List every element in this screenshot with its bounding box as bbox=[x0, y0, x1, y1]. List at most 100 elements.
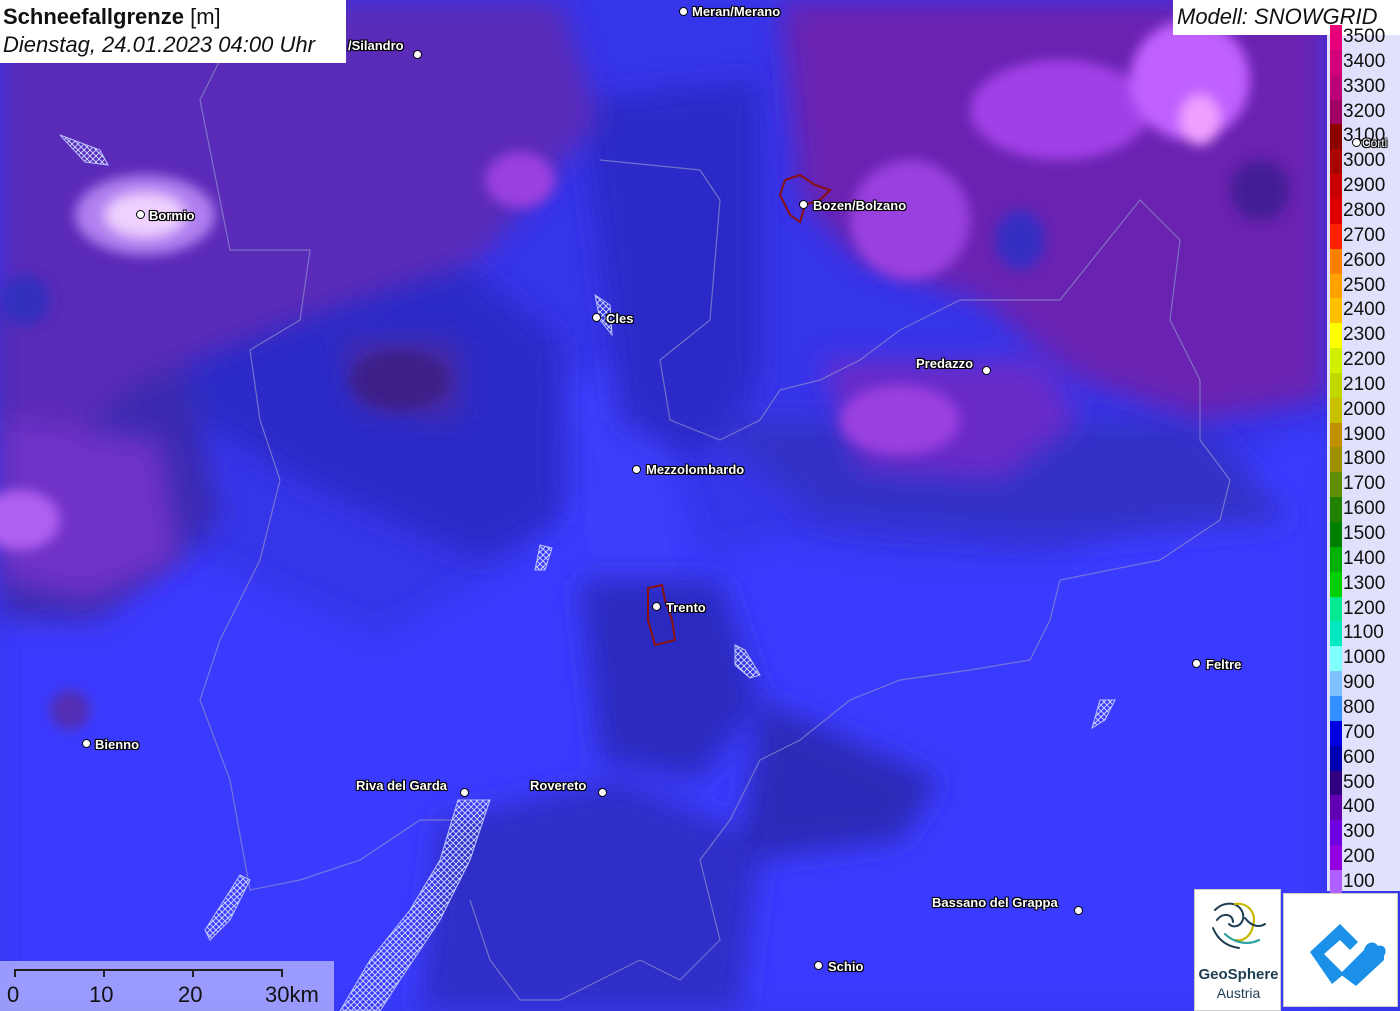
legend-label: 700 bbox=[1343, 721, 1375, 743]
legend-label: 1200 bbox=[1343, 597, 1386, 619]
color-legend: 3500 3400 3300 3200 3100 3000 2900 2800 2700 2600… bbox=[1327, 25, 1400, 895]
scale-line bbox=[14, 969, 282, 971]
legend-item: 2500 bbox=[1327, 273, 1400, 299]
legend-label: 3400 bbox=[1343, 50, 1386, 72]
scale-label: 10 bbox=[89, 982, 114, 1007]
legend-item: 1000 bbox=[1327, 646, 1400, 672]
legend-label: 1000 bbox=[1343, 647, 1386, 669]
legend-swatch bbox=[1330, 198, 1342, 224]
snowline-map[interactable] bbox=[0, 0, 1400, 1011]
city-dot-icon bbox=[679, 7, 688, 16]
legend-swatch bbox=[1330, 522, 1342, 547]
city-dot-icon bbox=[814, 961, 823, 970]
legend-label: 1300 bbox=[1343, 572, 1386, 594]
scale-label: 0 bbox=[7, 982, 20, 1007]
scale-tick bbox=[103, 969, 105, 977]
legend-label: 900 bbox=[1343, 672, 1375, 694]
legend-label: 500 bbox=[1343, 771, 1375, 793]
legend-item: 2800 bbox=[1327, 198, 1400, 224]
legend-swatch bbox=[1330, 820, 1342, 846]
city-label: Rovereto bbox=[530, 778, 587, 793]
legend-swatch bbox=[1330, 124, 1342, 150]
legend-label: 1600 bbox=[1343, 498, 1386, 520]
geosphere-text: GeoSphere bbox=[1198, 966, 1279, 983]
legend-label: 3200 bbox=[1343, 100, 1386, 122]
city-label: Bassano del Grappa bbox=[932, 895, 1058, 910]
city-dot-icon bbox=[632, 465, 641, 474]
cloud-logo[interactable] bbox=[1283, 893, 1398, 1007]
legend-item: 900 bbox=[1327, 671, 1400, 697]
legend-swatch bbox=[1330, 596, 1342, 622]
legend-swatch bbox=[1330, 174, 1342, 200]
legend-swatch bbox=[1330, 74, 1342, 100]
city-dot-icon bbox=[136, 210, 145, 219]
legend-item: 1900 bbox=[1327, 422, 1400, 448]
legend-swatch bbox=[1330, 447, 1342, 473]
legend-swatch bbox=[1330, 795, 1342, 821]
legend-label: 2500 bbox=[1343, 274, 1386, 296]
legend-item: 2000 bbox=[1327, 397, 1400, 423]
legend-item: 1500 bbox=[1327, 522, 1400, 547]
scale-label: 30km bbox=[265, 982, 319, 1007]
legend-item: 2600 bbox=[1327, 248, 1400, 274]
legend-swatch bbox=[1330, 720, 1342, 746]
cloud-arrow-icon bbox=[1310, 924, 1386, 986]
legend-item: 200 bbox=[1327, 845, 1400, 871]
legend-item: 600 bbox=[1327, 745, 1400, 771]
legend-item: 800 bbox=[1327, 695, 1400, 721]
legend-swatch bbox=[1330, 571, 1342, 597]
city-dot-icon bbox=[1192, 659, 1201, 668]
legend-swatch bbox=[1330, 149, 1342, 175]
city-label: Riva del Garda bbox=[356, 778, 448, 793]
title-unit: [m] bbox=[190, 4, 221, 29]
legend-swatch bbox=[1330, 348, 1342, 374]
city-label: Schio bbox=[828, 959, 864, 974]
legend-label: 800 bbox=[1343, 696, 1375, 718]
scale-tick bbox=[14, 969, 16, 977]
legend-swatch bbox=[1330, 372, 1342, 398]
legend-item: 1700 bbox=[1327, 472, 1400, 498]
city-label: Corti bbox=[1362, 136, 1388, 150]
legend-item: 500 bbox=[1327, 770, 1400, 796]
legend-swatch bbox=[1330, 869, 1342, 895]
city-dot-icon bbox=[598, 788, 607, 797]
scale-tick bbox=[281, 969, 283, 977]
legend-item: 1400 bbox=[1327, 546, 1400, 572]
legend-swatch bbox=[1330, 472, 1342, 498]
city-label: Trento bbox=[666, 600, 706, 615]
legend-label: 100 bbox=[1343, 870, 1375, 892]
legend-item: 100 bbox=[1327, 869, 1400, 895]
legend-swatch bbox=[1330, 323, 1342, 349]
legend-label: 400 bbox=[1343, 796, 1375, 818]
legend-swatch bbox=[1330, 298, 1342, 324]
city-dot-icon bbox=[1352, 138, 1361, 147]
legend-item: 1300 bbox=[1327, 571, 1400, 597]
legend-label: 1700 bbox=[1343, 473, 1386, 495]
legend-item: 2300 bbox=[1327, 323, 1400, 349]
geosphere-logo[interactable]: GeoSphere Austria bbox=[1194, 889, 1281, 1011]
city-label: Bienno bbox=[95, 737, 140, 752]
legend-label: 3000 bbox=[1343, 150, 1386, 172]
city-dot-icon bbox=[592, 313, 601, 322]
legend-label: 2300 bbox=[1343, 324, 1386, 346]
legend-item: 1200 bbox=[1327, 596, 1400, 622]
city-dot-icon bbox=[652, 602, 661, 611]
legend-item: 2700 bbox=[1327, 223, 1400, 249]
legend-swatch bbox=[1330, 248, 1342, 274]
city-label: Meran/Merano bbox=[692, 4, 781, 19]
map-datetime: Dienstag, 24.01.2023 04:00 Uhr bbox=[3, 32, 315, 57]
city-label: Predazzo bbox=[916, 356, 974, 371]
legend-label: 2900 bbox=[1343, 175, 1386, 197]
legend-swatch bbox=[1330, 25, 1342, 50]
legend-item: 3200 bbox=[1327, 99, 1400, 125]
legend-swatch bbox=[1330, 695, 1342, 721]
legend-item: 3000 bbox=[1327, 149, 1400, 175]
legend-label: 2800 bbox=[1343, 199, 1386, 221]
legend-item: 2900 bbox=[1327, 174, 1400, 200]
legend-label: 1100 bbox=[1343, 622, 1384, 644]
legend-label: 1800 bbox=[1343, 448, 1386, 470]
scale-bar: 0 10 20 30km bbox=[0, 961, 334, 1011]
legend-label: 1900 bbox=[1343, 423, 1386, 445]
city-dot-icon bbox=[1074, 906, 1083, 915]
scale-label: 20 bbox=[178, 982, 203, 1007]
